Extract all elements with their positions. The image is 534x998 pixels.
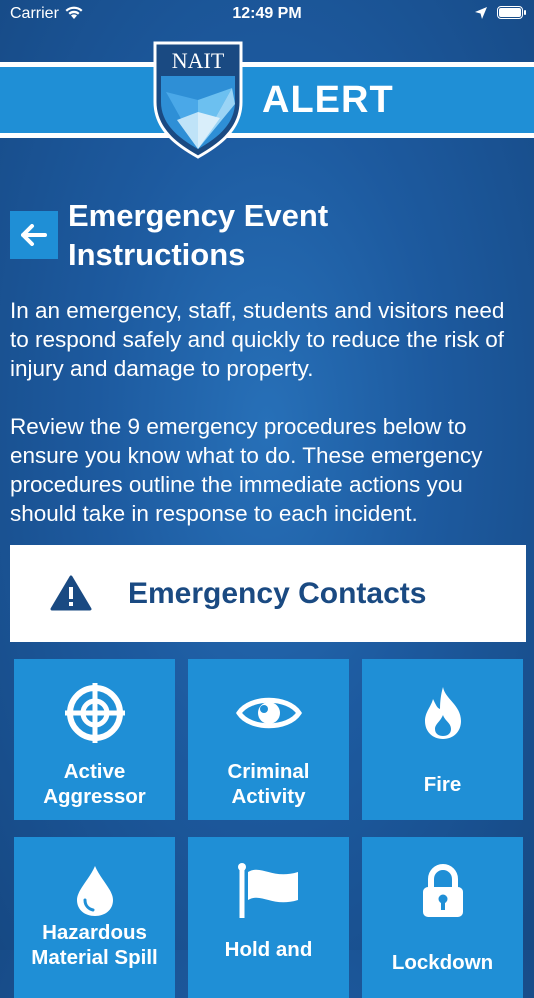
clock: 12:49 PM [232,5,302,22]
tile-hazardous-material-spill[interactable]: Hazardous Material Spill [14,837,175,998]
flame-icon [362,681,523,745]
page-title: Emergency Event Instructions [68,198,329,272]
banner-title: ALERT [262,79,394,121]
tile-hold-and-secure[interactable]: Hold and [188,837,349,998]
arrow-left-icon [21,224,47,246]
emergency-contacts-label: Emergency Contacts [128,577,427,610]
eye-icon [188,681,349,745]
tile-label: Fire [423,773,462,796]
tile-label: Active Aggressor [43,760,146,808]
location-arrow-icon [474,6,488,25]
banner-stripe-top [0,62,534,67]
droplet-icon [14,859,175,923]
status-bar: Carrier 12:49 PM [0,0,534,28]
crosshair-icon [14,681,175,745]
back-button[interactable] [10,211,58,259]
tile-lockdown[interactable]: Lockdown [362,837,523,998]
tile-active-aggressor[interactable]: Active Aggressor [14,659,175,820]
tile-fire[interactable]: Fire [362,659,523,820]
intro-paragraph: In an emergency, staff, students and vis… [10,298,505,381]
tile-label: Lockdown [391,951,494,974]
warning-icon [50,575,92,611]
banner-stripe-bottom [0,133,534,138]
battery-icon [497,6,526,19]
tile-label: Criminal Activity [227,760,310,808]
tile-label: Hazardous Material Spill [31,921,158,969]
lock-icon [362,859,523,923]
emergency-contacts-button[interactable]: Emergency Contacts [10,545,526,642]
flag-icon [188,859,349,923]
intro-text: In an emergency, staff, students and vis… [10,296,525,557]
logo-text: NAIT [172,48,225,73]
tile-criminal-activity[interactable]: Criminal Activity [188,659,349,820]
nait-logo: NAIT [152,40,244,160]
intro-paragraph: Review the 9 emergency procedures below … [10,414,483,526]
